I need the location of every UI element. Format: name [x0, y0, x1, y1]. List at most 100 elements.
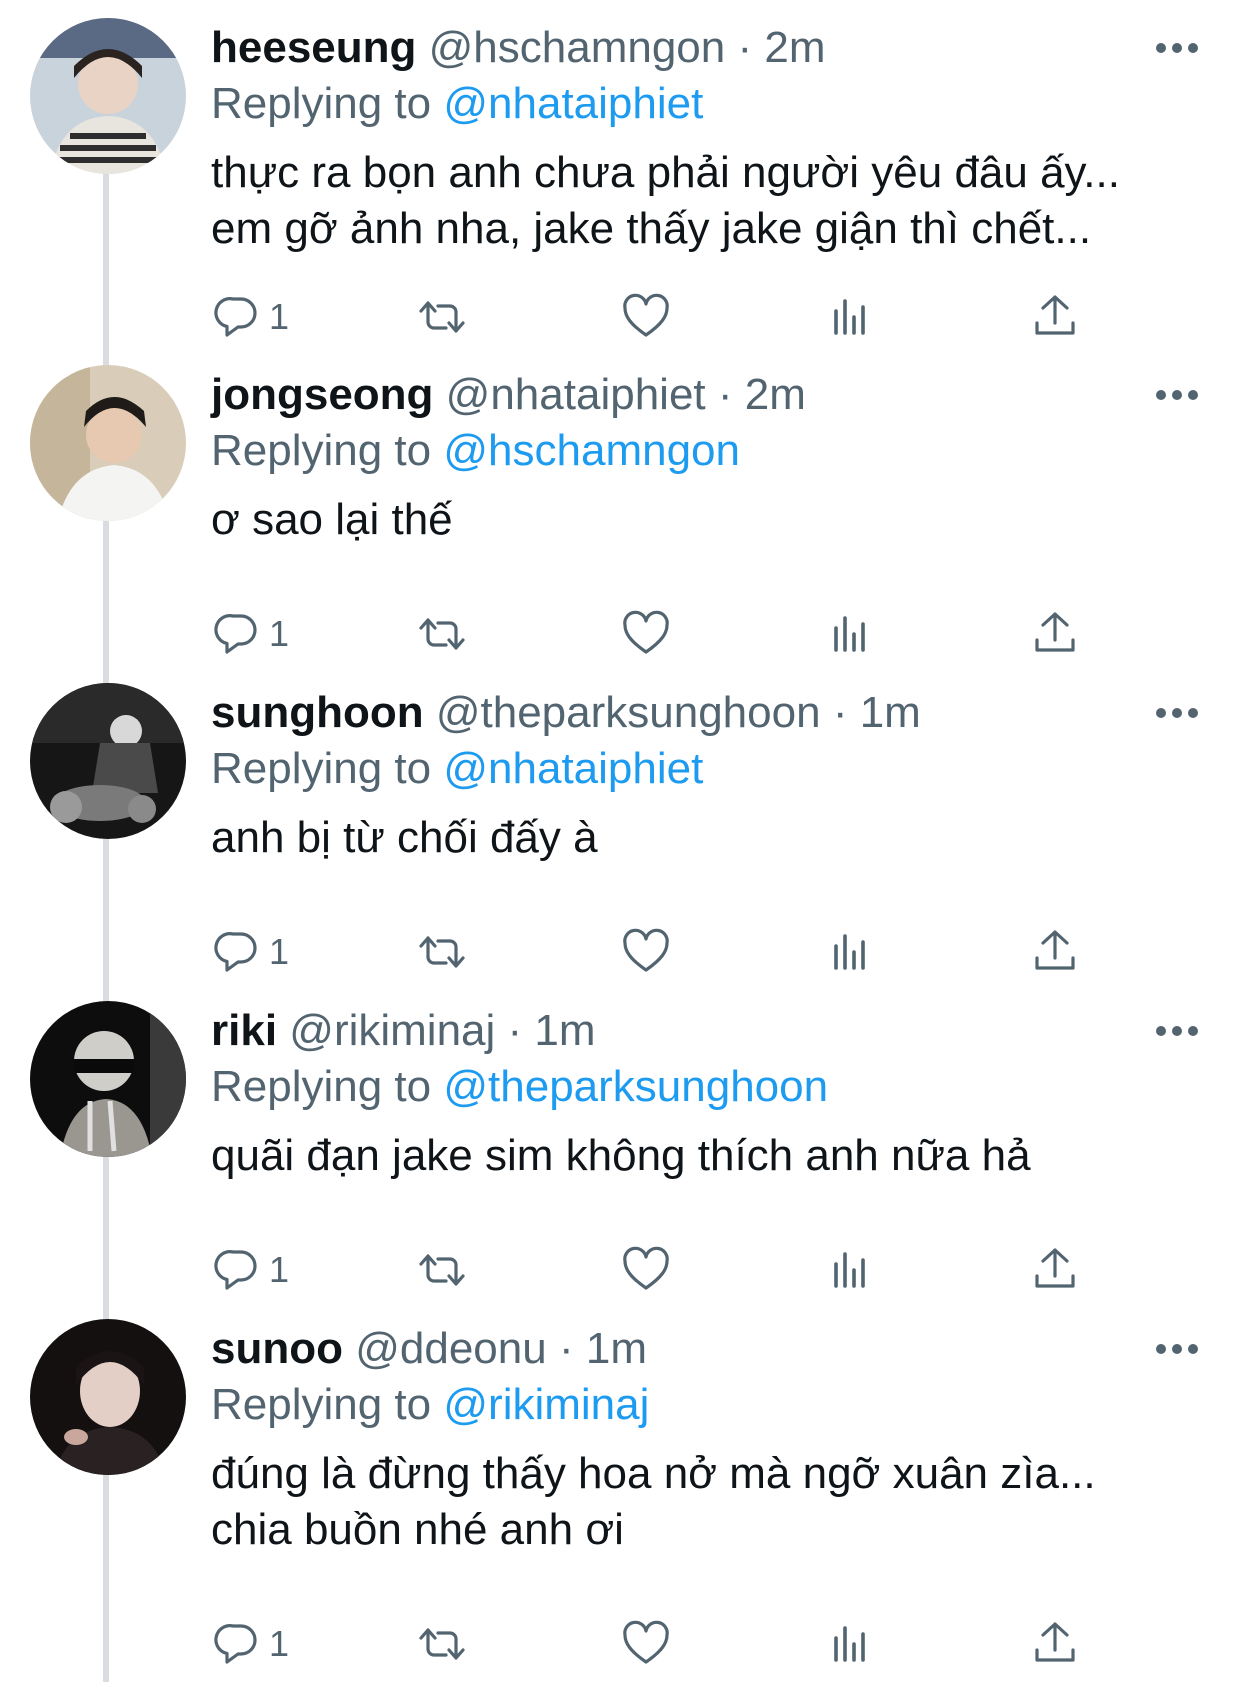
timestamp[interactable]: 2m [764, 23, 825, 72]
share-button[interactable] [1029, 1614, 1081, 1674]
views-button[interactable] [824, 922, 876, 982]
like-button[interactable] [620, 287, 672, 347]
like-button[interactable] [620, 1240, 672, 1300]
views-button[interactable] [824, 1614, 876, 1674]
views-icon [834, 934, 865, 970]
avatar[interactable] [30, 1319, 186, 1475]
reply-button[interactable]: 1 [211, 1240, 289, 1300]
more-options-button[interactable] [1154, 1337, 1200, 1361]
like-button[interactable] [620, 922, 672, 982]
mention-link[interactable]: @nhataiphiet [443, 79, 703, 128]
replying-to: Replying to @theparksunghoon [211, 1059, 828, 1115]
action-bar: 1 [211, 604, 1111, 664]
timestamp[interactable]: 1m [534, 1006, 595, 1055]
retweet-icon [419, 1254, 465, 1286]
retweet-button[interactable] [416, 1240, 468, 1300]
like-icon [623, 1246, 669, 1290]
avatar[interactable] [30, 1001, 186, 1157]
retweet-icon [419, 618, 465, 650]
tweet-header: sunghoon @theparksunghoon · 1m [211, 685, 921, 741]
retweet-button[interactable] [416, 604, 468, 664]
more-icon [1156, 708, 1198, 718]
replying-label: Replying to [211, 1380, 432, 1429]
more-icon [1156, 390, 1198, 400]
like-button[interactable] [620, 604, 672, 664]
avatar[interactable] [30, 365, 186, 521]
share-button[interactable] [1029, 922, 1081, 982]
reply-button[interactable]: 1 [211, 922, 289, 982]
tweet-header: sunoo @ddeonu · 1m [211, 1321, 647, 1377]
views-button[interactable] [824, 604, 876, 664]
display-name[interactable]: sunghoon [211, 688, 424, 737]
retweet-icon [419, 1628, 465, 1660]
display-name[interactable]: riki [211, 1006, 277, 1055]
retweet-icon [419, 301, 465, 333]
username[interactable]: @theparksunghoon [436, 688, 821, 737]
action-bar: 1 [211, 922, 1111, 982]
reply-button[interactable]: 1 [211, 287, 289, 347]
mention-link[interactable]: @nhataiphiet [443, 744, 703, 793]
display-name[interactable]: heeseung [211, 23, 416, 72]
share-button[interactable] [1029, 287, 1081, 347]
username[interactable]: @hschamngon [429, 23, 726, 72]
retweet-button[interactable] [416, 922, 468, 982]
reply-count: 1 [269, 931, 290, 972]
reply-button[interactable]: 1 [211, 604, 289, 664]
separator-dot: · [558, 1324, 574, 1373]
like-button[interactable] [620, 1614, 672, 1674]
views-button[interactable] [824, 1240, 876, 1300]
more-options-button[interactable] [1154, 383, 1200, 407]
like-icon [623, 1620, 669, 1664]
retweet-button[interactable] [416, 1614, 468, 1674]
reply-icon [214, 932, 257, 972]
share-icon [1035, 930, 1075, 970]
retweet-button[interactable] [416, 287, 468, 347]
avatar[interactable] [30, 683, 186, 839]
reply-icon [214, 614, 257, 654]
replying-to: Replying to @nhataiphiet [211, 76, 703, 132]
display-name[interactable]: sunoo [211, 1324, 343, 1373]
reply-button[interactable]: 1 [211, 1614, 289, 1674]
timestamp[interactable]: 1m [860, 688, 921, 737]
retweet-icon [419, 936, 465, 968]
replying-label: Replying to [211, 79, 432, 128]
replying-to: Replying to @nhataiphiet [211, 741, 703, 797]
more-options-button[interactable] [1154, 36, 1200, 60]
share-button[interactable] [1029, 604, 1081, 664]
display-name[interactable]: jongseong [211, 370, 433, 419]
tweet-text: ơ sao lại thế [211, 492, 1211, 548]
share-icon [1035, 612, 1075, 652]
replying-label: Replying to [211, 1062, 432, 1111]
reply-count: 1 [269, 296, 290, 337]
share-button[interactable] [1029, 1240, 1081, 1300]
share-icon [1035, 1622, 1075, 1662]
views-icon [834, 299, 865, 335]
username[interactable]: @rikiminaj [289, 1006, 495, 1055]
tweet-header: riki @rikiminaj · 1m [211, 1003, 596, 1059]
tweet-text-line: em gỡ ảnh nha, jake thấy jake giận thì c… [211, 204, 1092, 253]
separator-dot: · [717, 370, 733, 419]
more-options-button[interactable] [1154, 701, 1200, 725]
username[interactable]: @ddeonu [355, 1324, 547, 1373]
timestamp[interactable]: 2m [745, 370, 806, 419]
reply-icon [214, 1250, 257, 1290]
separator-dot: · [832, 688, 848, 737]
mention-link[interactable]: @hschamngon [443, 426, 740, 475]
tweet-text-line: thực ra bọn anh chưa phải người yêu đâu … [211, 148, 1120, 197]
like-icon [623, 928, 669, 972]
avatar[interactable] [30, 18, 186, 174]
tweet-text: thực ra bọn anh chưa phải người yêu đâu … [211, 145, 1211, 257]
reply-count: 1 [269, 1623, 290, 1664]
like-icon [623, 610, 669, 654]
replying-label: Replying to [211, 426, 432, 475]
mention-link[interactable]: @rikiminaj [443, 1380, 649, 1429]
mention-link[interactable]: @theparksunghoon [443, 1062, 828, 1111]
more-options-button[interactable] [1154, 1019, 1200, 1043]
separator-dot: · [737, 23, 753, 72]
views-button[interactable] [824, 287, 876, 347]
username[interactable]: @nhataiphiet [446, 370, 706, 419]
action-bar: 1 [211, 1240, 1111, 1300]
separator-dot: · [507, 1006, 523, 1055]
tweet-text-line: đúng là đừng thấy hoa nở mà ngỡ xuân zìa… [211, 1449, 1096, 1498]
timestamp[interactable]: 1m [586, 1324, 647, 1373]
